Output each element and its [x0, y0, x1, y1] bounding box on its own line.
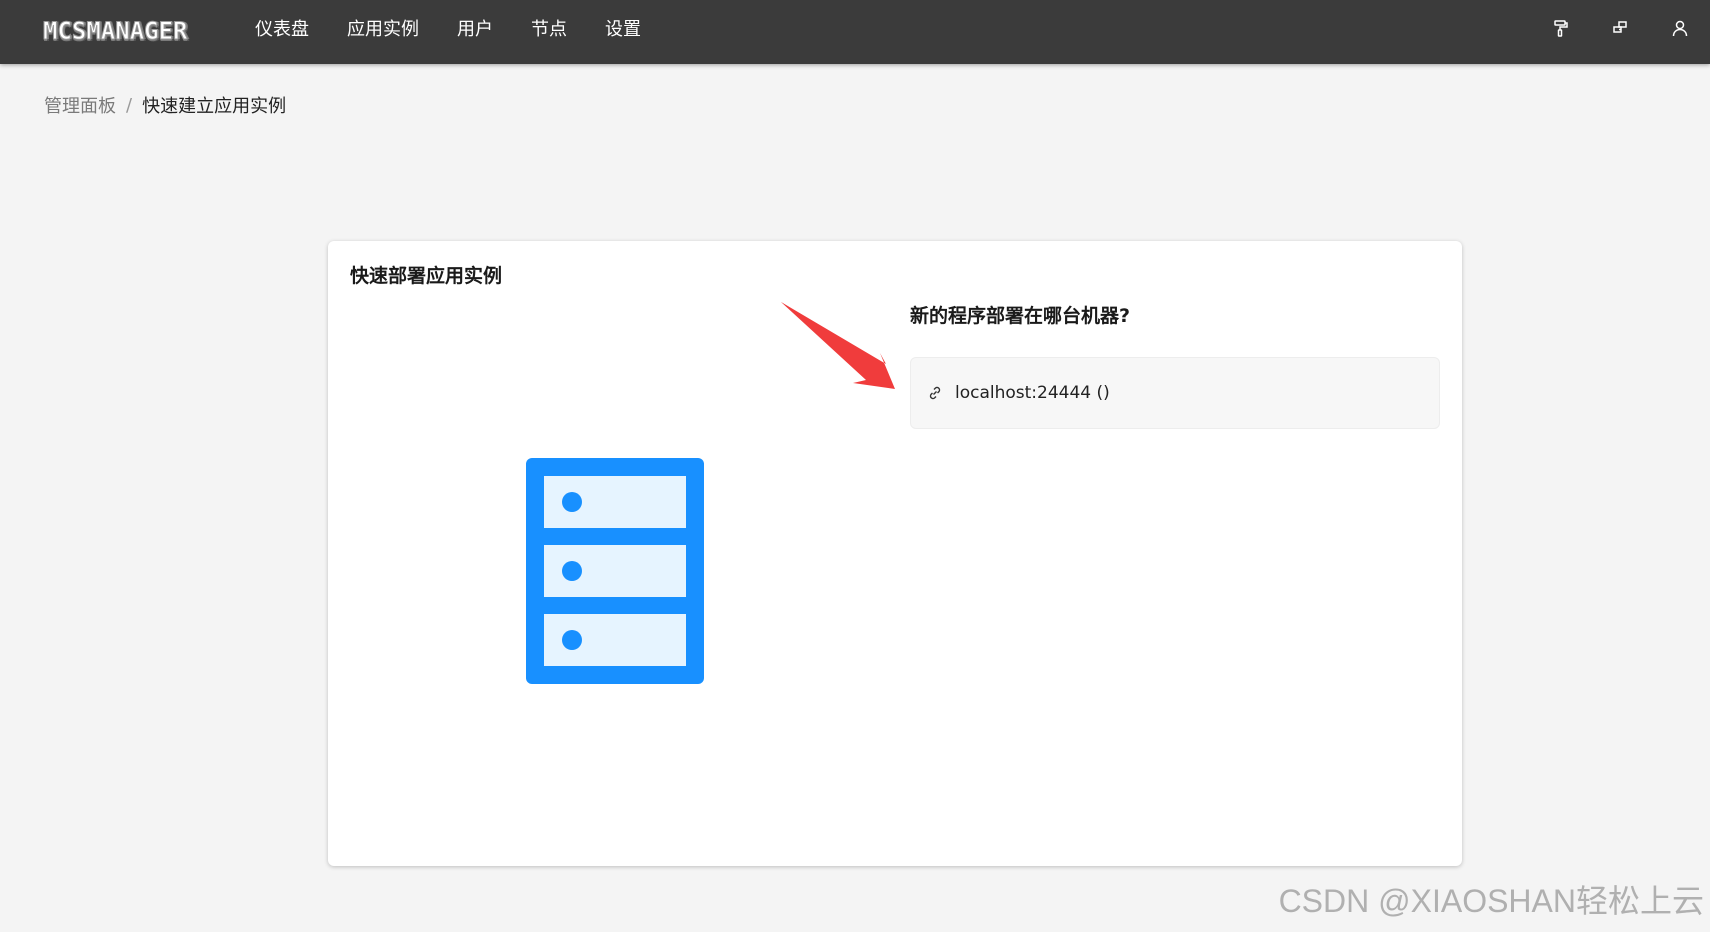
card-title: 快速部署应用实例	[350, 265, 503, 287]
quick-deploy-card: 快速部署应用实例 新的程序部署在哪台机器? localhost:24444 ()	[328, 241, 1462, 866]
header-actions	[1530, 0, 1710, 56]
csdn-watermark: CSDN @XIAOSHAN轻松上云	[1278, 883, 1704, 919]
main-nav: 仪表盘 应用实例 用户 节点 设置	[255, 0, 679, 56]
node-option-localhost[interactable]: localhost:24444 ()	[910, 357, 1440, 429]
top-navbar: MCSMANAGER 仪表盘 应用实例 用户 节点 设置	[0, 0, 1710, 64]
node-option-label: localhost:24444 ()	[955, 383, 1110, 403]
breadcrumb-separator: /	[126, 94, 133, 116]
link-icon	[929, 386, 941, 400]
nav-nodes[interactable]: 节点	[531, 15, 567, 41]
user-icon	[1672, 20, 1688, 37]
nav-dashboard[interactable]: 仪表盘	[255, 15, 309, 41]
layout-icon	[1613, 21, 1627, 33]
breadcrumb: 管理面板 / 快速建立应用实例	[44, 92, 286, 118]
layout-button[interactable]	[1590, 0, 1650, 56]
user-menu-button[interactable]	[1650, 0, 1710, 56]
nav-settings[interactable]: 设置	[605, 15, 641, 41]
mcsmanager-logo[interactable]: MCSMANAGER	[43, 14, 221, 48]
theme-button[interactable]	[1530, 0, 1590, 56]
nav-instances[interactable]: 应用实例	[347, 15, 419, 41]
paint-roller-icon	[1554, 20, 1568, 37]
nav-users[interactable]: 用户	[457, 15, 493, 41]
breadcrumb-current: 快速建立应用实例	[142, 96, 287, 117]
server-rack-icon	[526, 458, 704, 684]
deploy-question: 新的程序部署在哪台机器?	[910, 305, 1131, 327]
breadcrumb-root[interactable]: 管理面板	[44, 92, 116, 118]
